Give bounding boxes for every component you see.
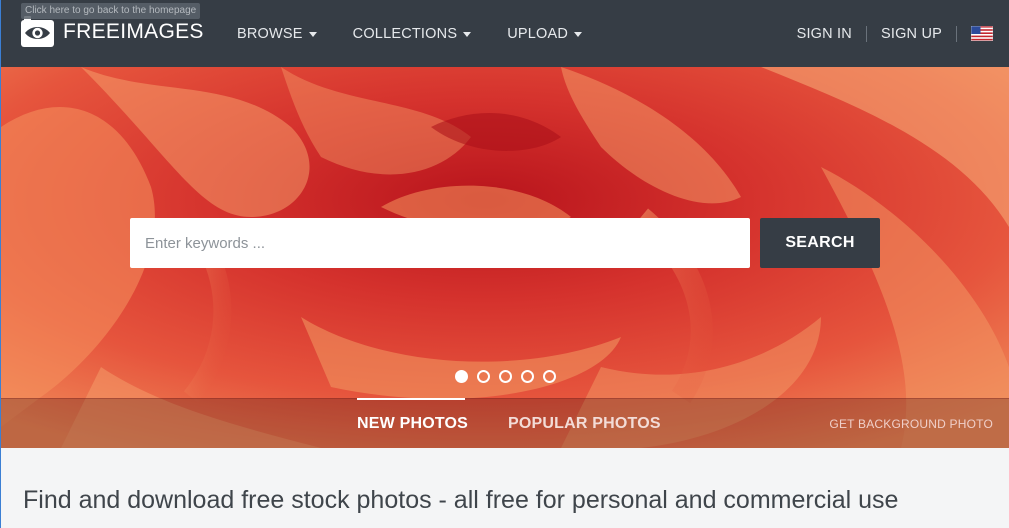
nav-upload[interactable]: UPLOAD: [507, 25, 583, 42]
slide-dot-2[interactable]: [477, 370, 490, 383]
search-input[interactable]: [130, 218, 750, 268]
search-button[interactable]: SEARCH: [760, 218, 880, 268]
sign-up-link[interactable]: SIGN UP: [881, 26, 942, 42]
photo-tabs: NEW PHOTOS POPULAR PHOTOS GET BACKGROUND…: [1, 398, 1009, 448]
hero-banner: SEARCH NEW PHOTOS POPULAR PHOTOS GET BAC…: [1, 67, 1009, 448]
nav-divider: [956, 25, 957, 42]
tab-popular-photos[interactable]: POPULAR PHOTOS: [508, 399, 661, 448]
slide-dot-1[interactable]: [455, 370, 468, 383]
chevron-down-icon: [308, 31, 317, 37]
camera-logo-icon: [21, 16, 54, 47]
nav-browse-label: BROWSE: [237, 25, 303, 42]
nav-collections[interactable]: COLLECTIONS: [353, 26, 472, 42]
search-bar: SEARCH: [130, 218, 880, 268]
page-tagline: Find and download free stock photos - al…: [23, 486, 899, 514]
top-navbar: FREEIMAGES BROWSE COLLECTIONS UPLOAD SIG…: [1, 0, 1009, 67]
chevron-down-icon: [463, 31, 472, 37]
brand-name: FREEIMAGES: [63, 19, 204, 43]
main-menu: BROWSE COLLECTIONS UPLOAD: [237, 0, 618, 67]
homepage-tooltip: Click here to go back to the homepage: [21, 3, 201, 19]
nav-upload-label: UPLOAD: [507, 25, 569, 42]
slide-dot-3[interactable]: [499, 370, 512, 383]
slide-dot-5[interactable]: [543, 370, 556, 383]
nav-collections-label: COLLECTIONS: [352, 25, 458, 42]
nav-divider: [865, 25, 867, 42]
home-logo-link[interactable]: FREEIMAGES: [21, 16, 204, 47]
account-links: SIGN IN SIGN UP: [797, 0, 993, 67]
slide-dot-4[interactable]: [521, 370, 534, 383]
tab-new-photos[interactable]: NEW PHOTOS: [357, 399, 468, 448]
get-background-photo-link[interactable]: GET BACKGROUND PHOTO: [829, 399, 993, 448]
us-flag-icon[interactable]: [971, 26, 993, 41]
slide-indicators: [455, 370, 556, 383]
nav-browse[interactable]: BROWSE: [237, 26, 317, 42]
chevron-down-icon: [574, 31, 583, 37]
sign-in-link[interactable]: SIGN IN: [797, 26, 852, 42]
